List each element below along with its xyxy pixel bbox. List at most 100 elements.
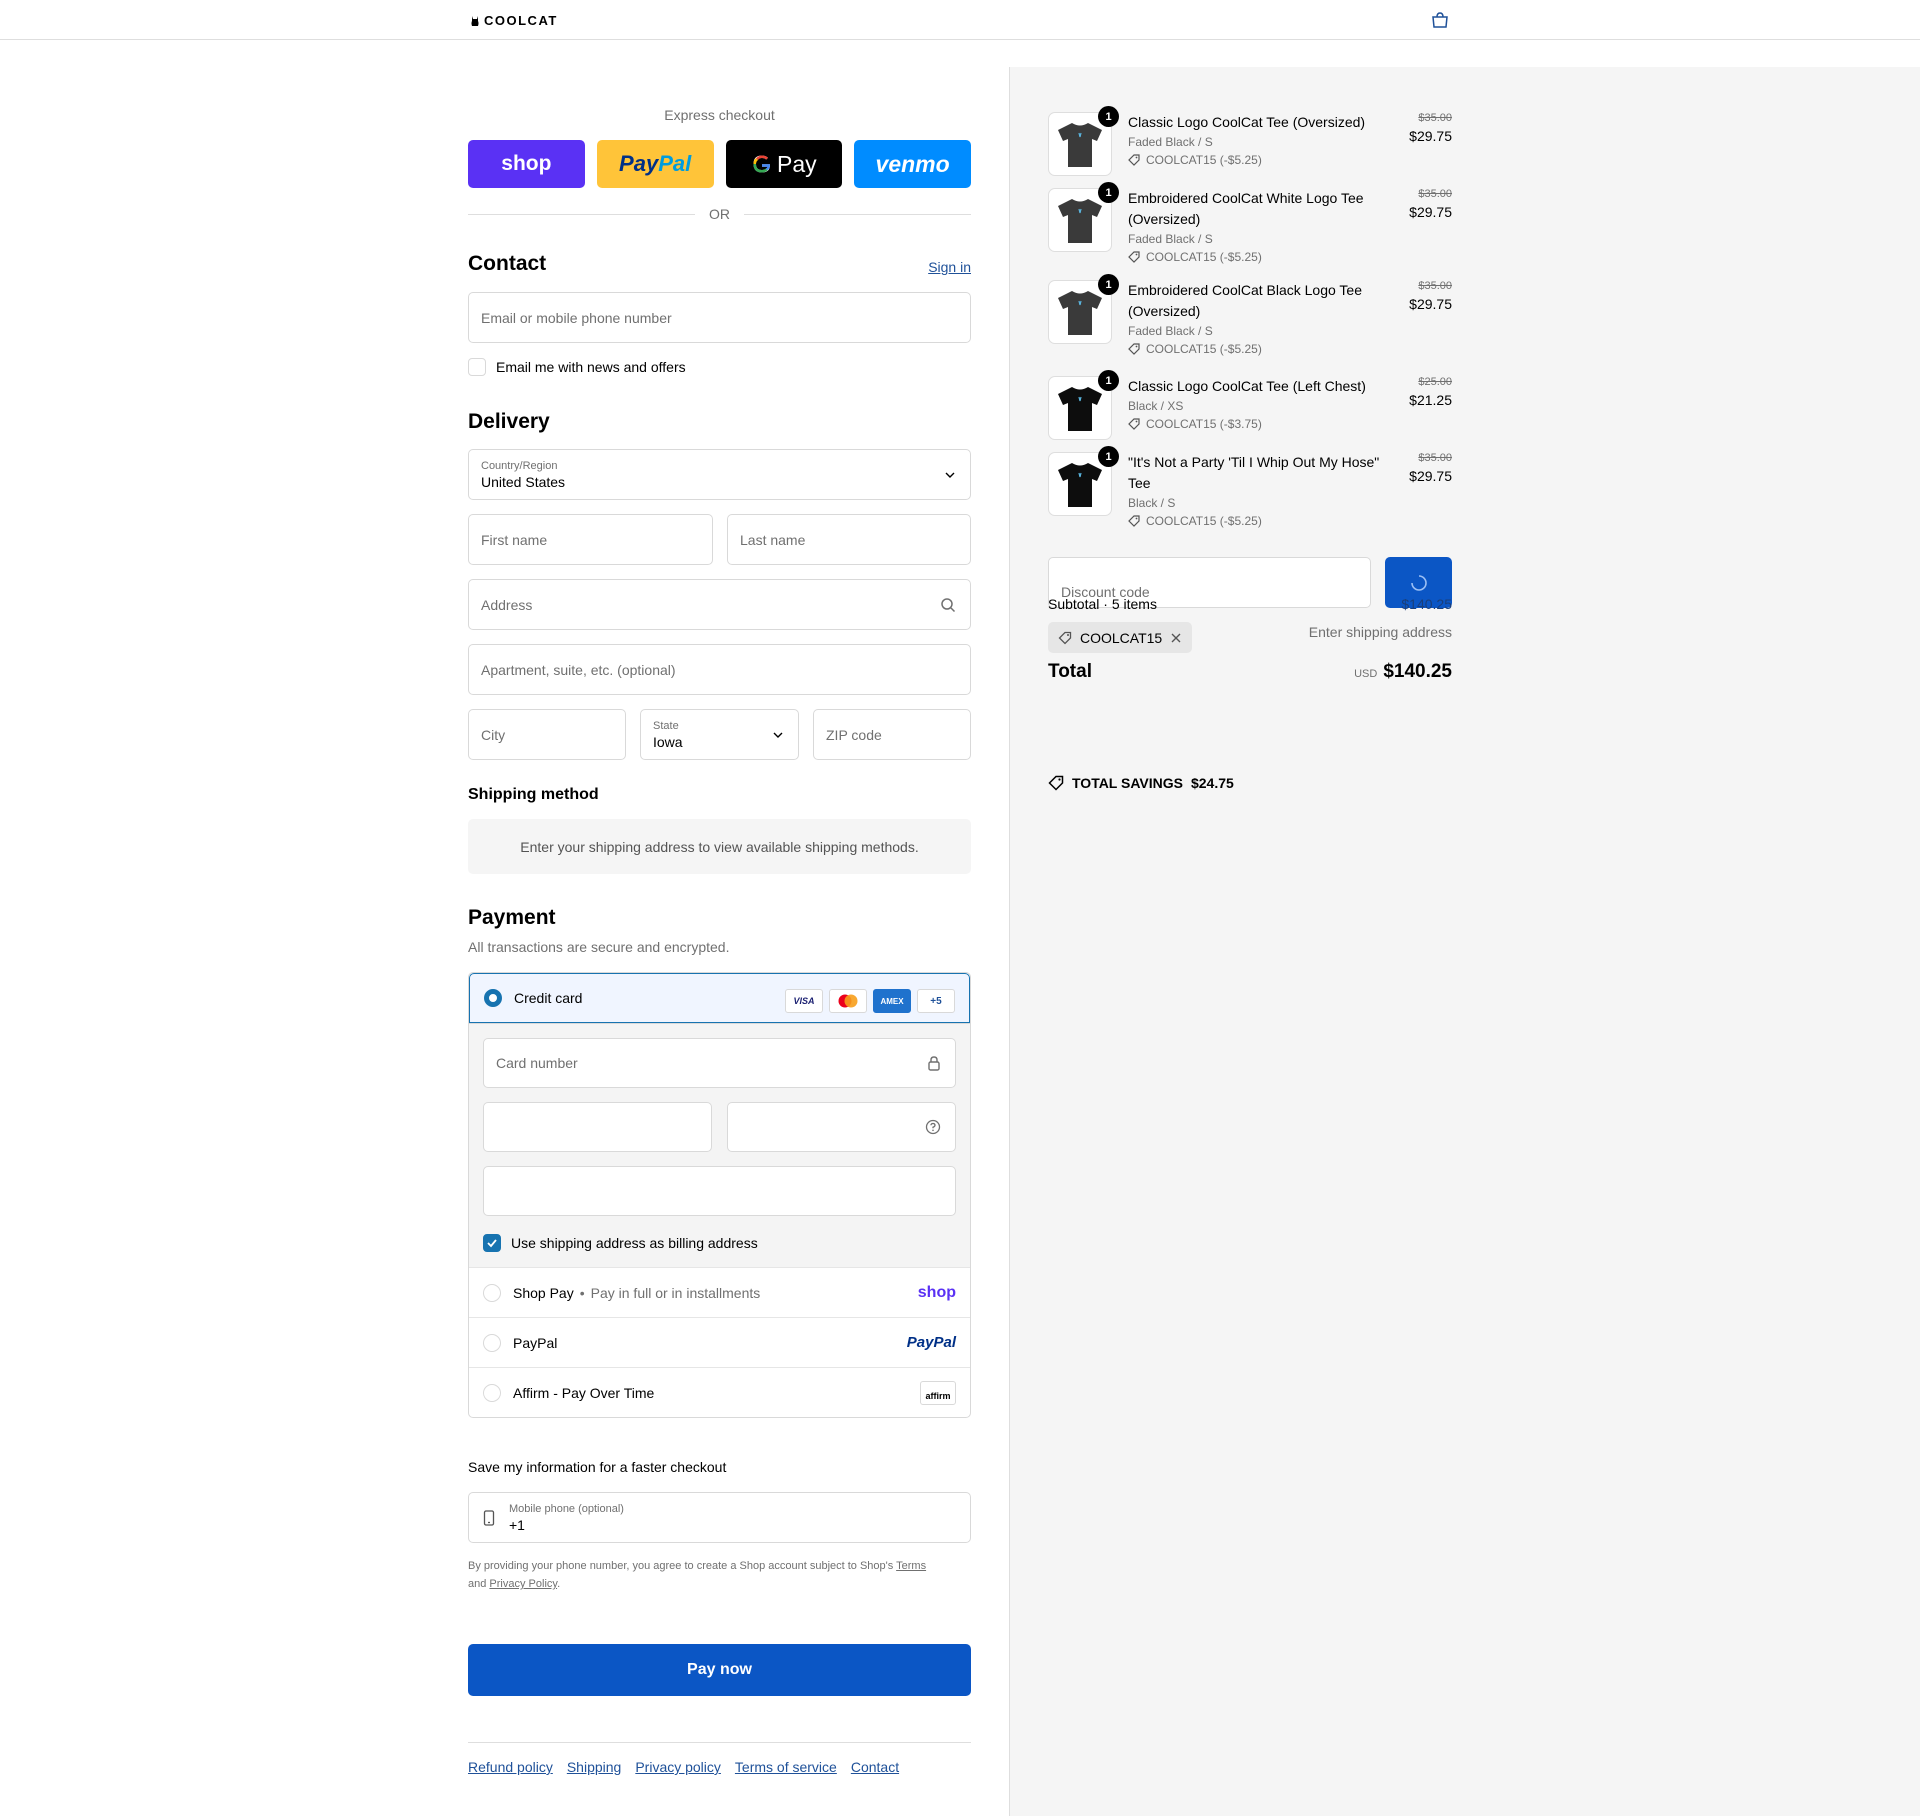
affirm-radio[interactable] bbox=[483, 1383, 501, 1402]
paypal-radio[interactable] bbox=[483, 1333, 501, 1352]
lock-icon bbox=[928, 1056, 940, 1071]
quantity-badge: 1 bbox=[1098, 370, 1119, 391]
tag-icon bbox=[1128, 251, 1140, 263]
privacy-policy-link[interactable]: Privacy policy bbox=[635, 1759, 721, 1775]
product-name: Embroidered CoolCat White Logo Tee (Over… bbox=[1128, 190, 1364, 227]
delivery-heading: Delivery bbox=[468, 410, 550, 433]
country-select[interactable]: Country/Region United States bbox=[468, 449, 971, 500]
email-field[interactable]: Email or mobile phone number bbox=[468, 292, 971, 343]
sign-in-link[interactable]: Sign in bbox=[928, 259, 971, 275]
product-variant: Faded Black / S bbox=[1128, 324, 1213, 338]
remove-discount-icon[interactable] bbox=[1170, 632, 1182, 644]
contact-link[interactable]: Contact bbox=[851, 1759, 899, 1775]
product-discount: COOLCAT15 (-$5.25) bbox=[1128, 512, 1388, 530]
shop-legal-text: By providing your phone number, you agre… bbox=[468, 1560, 927, 1590]
paypal-express-button[interactable]: Pay Pal bbox=[596, 140, 714, 188]
state-select[interactable]: State Iowa bbox=[640, 709, 799, 760]
save-info-title: Save my information for a faster checkou… bbox=[468, 1459, 727, 1475]
tag-icon bbox=[1128, 515, 1140, 527]
billing-same-checkbox[interactable] bbox=[483, 1234, 501, 1252]
t-shirt-icon bbox=[1058, 123, 1102, 167]
security-code-field[interactable] bbox=[727, 1102, 956, 1152]
expiration-date-field[interactable] bbox=[483, 1102, 712, 1152]
chevron-down-icon bbox=[945, 472, 955, 478]
more-cards-badge: +5 bbox=[917, 989, 955, 1013]
address-field[interactable]: Address bbox=[468, 579, 971, 630]
shop-terms-link[interactable]: Terms bbox=[896, 1560, 926, 1572]
quantity-badge: 1 bbox=[1098, 446, 1119, 467]
tag-icon bbox=[1128, 418, 1140, 430]
product-price: $25.00 $21.25 bbox=[1409, 376, 1452, 408]
product-discount: COOLCAT15 (-$5.25) bbox=[1128, 248, 1388, 266]
pay-now-button[interactable]: Pay now bbox=[468, 1644, 971, 1696]
product-price: $35.00 $29.75 bbox=[1409, 280, 1452, 312]
discounted-price: $29.75 bbox=[1409, 204, 1452, 220]
subtotal-row: Subtotal · 5 items $140.25 bbox=[1048, 596, 1452, 612]
product-name: Embroidered CoolCat Black Logo Tee (Over… bbox=[1128, 282, 1362, 319]
card-brand-icons: VISA AMEX +5 bbox=[785, 989, 955, 1013]
chevron-down-icon bbox=[773, 732, 783, 738]
mobile-phone-field[interactable]: Mobile phone (optional) +1 bbox=[468, 1492, 971, 1543]
help-circle-icon[interactable] bbox=[925, 1119, 941, 1135]
express-checkout-buttons: shop Pay Pal Pay venmo bbox=[468, 140, 971, 188]
product-name: Classic Logo CoolCat Tee (Left Chest) bbox=[1128, 378, 1366, 394]
google-pay-express-button[interactable]: Pay bbox=[725, 140, 843, 188]
paypal-option[interactable]: PayPal PayPal bbox=[469, 1317, 970, 1367]
credit-card-option[interactable]: Credit card VISA AMEX +5 bbox=[469, 973, 970, 1023]
brand-name: COOLCAT bbox=[484, 13, 558, 28]
original-price: $25.00 bbox=[1418, 376, 1452, 388]
name-on-card-field[interactable] bbox=[483, 1166, 956, 1216]
quantity-badge: 1 bbox=[1098, 182, 1119, 203]
product-variant: Black / S bbox=[1128, 496, 1176, 510]
affirm-option[interactable]: Affirm - Pay Over Time affirm bbox=[469, 1367, 970, 1417]
brand-logo[interactable]: COOLCAT bbox=[470, 13, 558, 28]
t-shirt-icon bbox=[1058, 463, 1102, 507]
tag-icon bbox=[1128, 343, 1140, 355]
payment-methods: Credit card VISA AMEX +5 Card number Use… bbox=[468, 972, 971, 1418]
first-name-field[interactable]: First name bbox=[468, 514, 713, 565]
shipping-method-heading: Shipping method bbox=[468, 786, 599, 803]
product-variant: Faded Black / S bbox=[1128, 232, 1213, 246]
shipping-method-notice: Enter your shipping address to view avai… bbox=[468, 819, 971, 874]
payment-subtitle: All transactions are secure and encrypte… bbox=[468, 939, 730, 955]
amex-icon: AMEX bbox=[873, 989, 911, 1013]
product-variant: Faded Black / S bbox=[1128, 135, 1213, 149]
mastercard-icon bbox=[829, 989, 867, 1013]
last-name-field[interactable]: Last name bbox=[727, 514, 971, 565]
zip-field[interactable]: ZIP code bbox=[813, 709, 971, 760]
product-discount: COOLCAT15 (-$3.75) bbox=[1128, 415, 1388, 433]
header: COOLCAT bbox=[0, 0, 1920, 40]
city-field[interactable]: City bbox=[468, 709, 626, 760]
shop-pay-radio[interactable] bbox=[483, 1283, 501, 1302]
total-value: $140.25 bbox=[1383, 661, 1452, 682]
news-checkbox-row[interactable]: Email me with news and offers bbox=[468, 358, 686, 376]
original-price: $35.00 bbox=[1418, 280, 1452, 292]
billing-same-row[interactable]: Use shipping address as billing address bbox=[483, 1234, 758, 1252]
shipping-cost: Enter shipping address bbox=[1308, 624, 1452, 640]
product-discount: COOLCAT15 (-$5.25) bbox=[1128, 151, 1388, 169]
shipping-link[interactable]: Shipping bbox=[567, 1759, 622, 1775]
venmo-express-button[interactable]: venmo bbox=[854, 140, 971, 188]
original-price: $35.00 bbox=[1418, 188, 1452, 200]
shopping-bag-icon[interactable] bbox=[1430, 11, 1450, 29]
shop-pay-express-button[interactable]: shop bbox=[468, 140, 585, 188]
shop-pay-option[interactable]: Shop Pay • Pay in full or in installment… bbox=[469, 1267, 970, 1317]
product-name: "It's Not a Party 'Til I Whip Out My Hos… bbox=[1128, 454, 1380, 491]
terms-of-service-link[interactable]: Terms of service bbox=[735, 1759, 837, 1775]
card-number-field[interactable]: Card number bbox=[483, 1038, 956, 1088]
apartment-field[interactable]: Apartment, suite, etc. (optional) bbox=[468, 644, 971, 695]
refund-policy-link[interactable]: Refund policy bbox=[468, 1759, 553, 1775]
or-divider: OR bbox=[468, 206, 971, 222]
credit-card-radio[interactable] bbox=[484, 989, 502, 1007]
tag-icon bbox=[1128, 154, 1140, 166]
product-price: $35.00 $29.75 bbox=[1409, 452, 1452, 484]
tag-icon bbox=[1048, 775, 1064, 791]
original-price: $35.00 bbox=[1418, 452, 1452, 464]
affirm-logo: affirm bbox=[920, 1380, 956, 1405]
footer-links: Refund policy Shipping Privacy policy Te… bbox=[468, 1759, 899, 1775]
tag-icon bbox=[1058, 631, 1072, 644]
quantity-badge: 1 bbox=[1098, 106, 1119, 127]
news-checkbox[interactable] bbox=[468, 358, 486, 376]
shop-privacy-link[interactable]: Privacy Policy bbox=[489, 1578, 557, 1590]
loading-spinner-icon bbox=[1410, 574, 1427, 591]
